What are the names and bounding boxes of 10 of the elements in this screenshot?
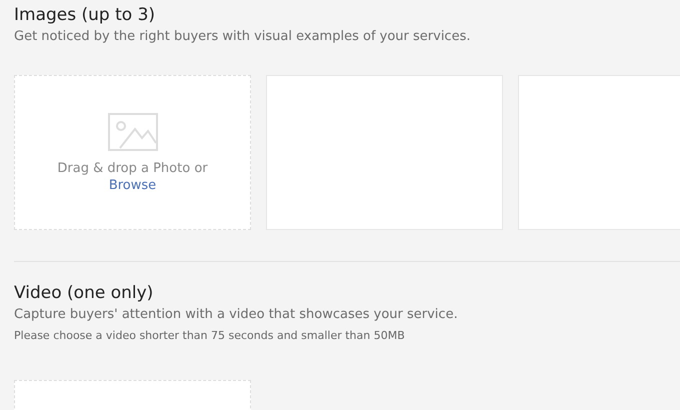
image-slot[interactable] (266, 75, 503, 230)
image-icon (108, 112, 158, 150)
section-subtitle: Get noticed by the right buyers with visual examples of your services. (14, 28, 472, 46)
dropzone-prompt: Drag & drop a Photo or (57, 160, 208, 176)
video-requirements: Please choose a video shorter than 75 seconds and smaller than 50MB (14, 329, 406, 342)
section-title: Video (one only) (14, 282, 154, 304)
section-title: Images (up to 3) (14, 4, 156, 26)
browse-link[interactable]: Browse (108, 178, 156, 192)
photo-dropzone[interactable]: Drag & drop a Photo or Browse (14, 75, 251, 230)
section-subtitle: Capture buyers' attention with a video that showcases your service. (14, 306, 459, 324)
